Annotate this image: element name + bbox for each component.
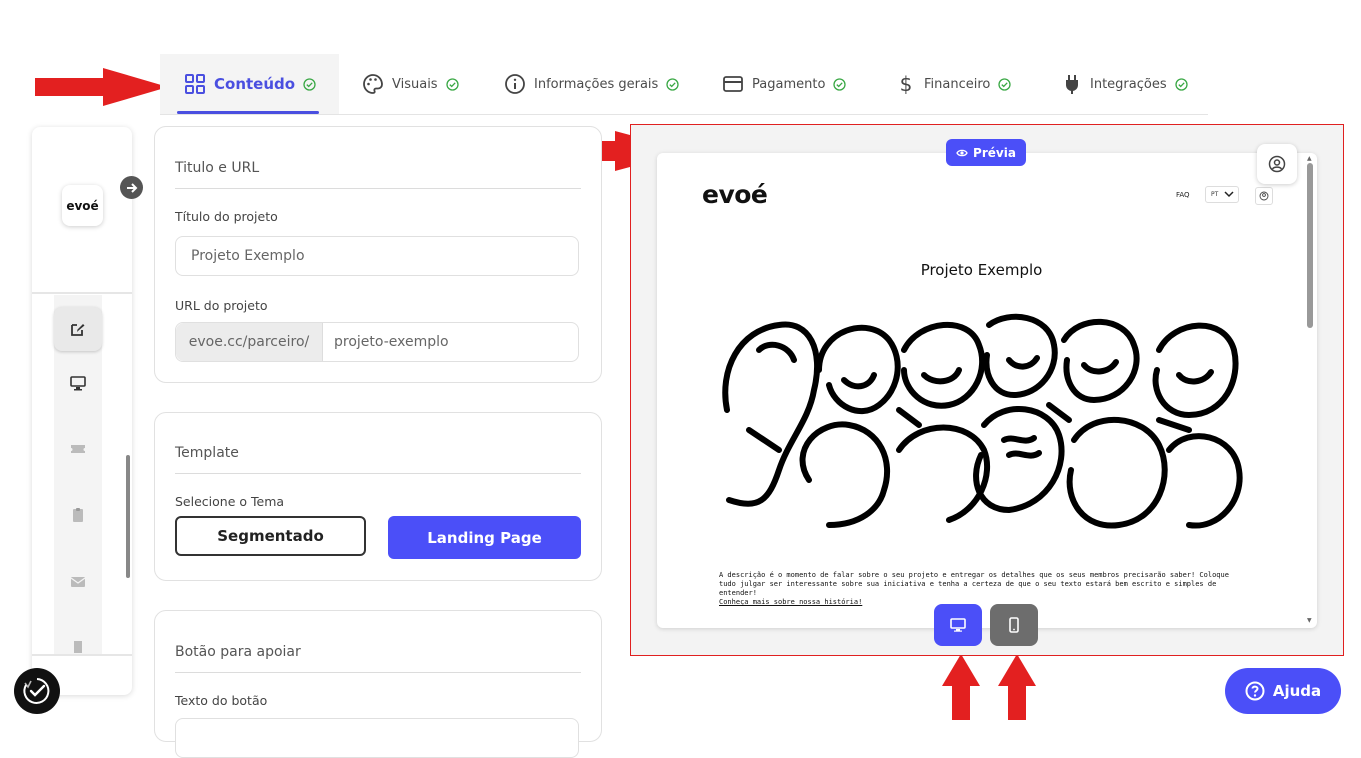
title-url-card: Titulo e URL Título do projeto Projeto E… <box>154 126 602 383</box>
sidebar-item-ticket[interactable] <box>54 427 102 471</box>
tab-visuais[interactable]: Visuais <box>362 54 459 114</box>
card-heading: Titulo e URL <box>175 160 260 176</box>
sidebar-item-bookmark[interactable] <box>54 625 102 669</box>
tab-label: Integrações <box>1090 76 1167 92</box>
sidebar-item-monitor[interactable] <box>54 361 102 405</box>
tab-label: Conteúdo <box>214 75 296 93</box>
preview-faq-link[interactable]: FAQ <box>1176 191 1190 199</box>
smartphone-icon <box>1009 617 1019 633</box>
check-circle-icon <box>303 77 316 91</box>
preview-user-button[interactable] <box>1255 187 1273 205</box>
annotation-arrow-desktop <box>942 654 980 720</box>
check-circle-icon <box>833 77 847 91</box>
clipboard-icon <box>73 508 83 522</box>
tabs-divider <box>160 114 1208 115</box>
project-logo[interactable]: evoé <box>62 185 103 226</box>
tab-label: Pagamento <box>752 76 826 92</box>
button-text-input[interactable] <box>175 718 579 758</box>
theme-label: Selecione o Tema <box>175 494 285 509</box>
theme-segmented-button[interactable]: Segmentado <box>175 516 366 556</box>
button-text-label: Texto do botão <box>175 693 268 708</box>
mail-icon <box>70 577 86 587</box>
card-divider <box>175 672 581 673</box>
user-circle-icon <box>1268 155 1286 173</box>
tab-label: Informações gerais <box>534 76 659 92</box>
project-title-label: Título do projeto <box>175 209 278 224</box>
url-value: projeto-exemplo <box>334 334 449 350</box>
tab-conteudo[interactable]: Conteúdo <box>160 54 339 114</box>
question-circle-icon <box>1245 681 1265 701</box>
card-divider <box>175 473 581 474</box>
project-title-value: Projeto Exemplo <box>191 248 305 264</box>
arrow-right-icon <box>126 182 137 193</box>
sidebar-item-clipboard[interactable] <box>54 493 102 537</box>
url-prefix: evoe.cc/parceiro/ <box>176 323 323 361</box>
activity-check-badge[interactable] <box>14 668 60 714</box>
preview-page: evoé FAQ PT Projeto Exemplo A descrição … <box>657 153 1317 628</box>
credit-card-icon <box>723 76 743 92</box>
preview-history-link[interactable]: Conheça mais sobre nossa história! <box>719 598 862 606</box>
palette-icon <box>363 74 383 94</box>
project-title-input[interactable]: Projeto Exemplo <box>175 236 579 276</box>
annotation-arrow-mobile <box>998 654 1036 720</box>
project-url-label: URL do projeto <box>175 298 268 313</box>
tab-label: Financeiro <box>924 76 991 92</box>
preview-language-select[interactable]: PT <box>1205 186 1239 203</box>
help-button[interactable]: Ajuda <box>1225 668 1341 714</box>
dollar-icon: $ <box>899 72 913 96</box>
preview-badge: Prévia <box>946 139 1026 166</box>
annotation-arrow-tabs <box>35 68 168 106</box>
grid-icon <box>185 74 205 94</box>
scroll-up-arrow[interactable]: ▲ <box>1307 155 1312 162</box>
check-circle-icon <box>998 77 1012 91</box>
sidebar-item-mail[interactable] <box>54 560 102 604</box>
tab-label: Visuais <box>392 76 438 92</box>
eye-icon <box>956 149 968 156</box>
logo-text: evoé <box>66 198 99 213</box>
template-card: Template Selecione o Tema Segmentado Lan… <box>154 412 602 581</box>
edit-icon <box>71 324 85 336</box>
ticket-icon <box>71 445 85 453</box>
sidebar-menu <box>54 295 102 655</box>
tab-integracoes[interactable]: Integrações <box>1062 54 1188 114</box>
preview-language-value: PT <box>1211 191 1219 198</box>
preview-account-button[interactable] <box>1257 144 1297 184</box>
project-url-input[interactable]: evoe.cc/parceiro/ projeto-exemplo <box>175 322 579 362</box>
check-circle-icon <box>445 77 459 91</box>
clock-check-icon <box>23 678 50 704</box>
sidebar-divider <box>32 292 132 294</box>
scroll-down-arrow[interactable]: ▼ <box>1307 617 1312 624</box>
preview-scrollbar[interactable] <box>1307 163 1313 328</box>
card-heading: Botão para apoiar <box>175 644 301 660</box>
sidebar-scrollbar[interactable] <box>126 455 130 578</box>
check-circle-icon <box>666 77 679 91</box>
chevron-down-icon <box>1224 191 1234 198</box>
theme-landing-page-button[interactable]: Landing Page <box>388 516 581 559</box>
check-circle-icon <box>1174 77 1188 91</box>
desktop-preview-button[interactable] <box>934 604 982 646</box>
support-button-card: Botão para apoiar Texto do botão <box>154 610 602 758</box>
sidebar: evoé <box>32 127 132 695</box>
sidebar-bottom-divider <box>32 654 132 656</box>
plug-icon <box>1066 75 1078 94</box>
tab-financeiro[interactable]: $ Financeiro <box>896 54 1012 114</box>
sidebar-item-edit[interactable] <box>54 307 102 351</box>
expand-sidebar-button[interactable] <box>120 176 143 199</box>
tab-informacoes-gerais[interactable]: Informações gerais <box>504 54 679 114</box>
preview-title: Projeto Exemplo <box>920 261 1043 279</box>
preview-illustration <box>722 313 1243 529</box>
help-button-label: Ajuda <box>1272 682 1322 700</box>
info-icon <box>505 74 525 94</box>
monitor-icon <box>70 376 86 391</box>
card-divider <box>175 188 581 189</box>
preview-description: A descrição é o momento de falar sobre o… <box>719 571 1229 597</box>
tab-pagamento[interactable]: Pagamento <box>722 54 847 114</box>
monitor-icon <box>950 618 966 632</box>
mobile-preview-button[interactable] <box>990 604 1038 646</box>
card-heading: Template <box>175 445 239 461</box>
user-icon <box>1259 191 1269 201</box>
preview-badge-label: Prévia <box>973 145 1016 160</box>
preview-logo: evoé <box>702 180 768 209</box>
